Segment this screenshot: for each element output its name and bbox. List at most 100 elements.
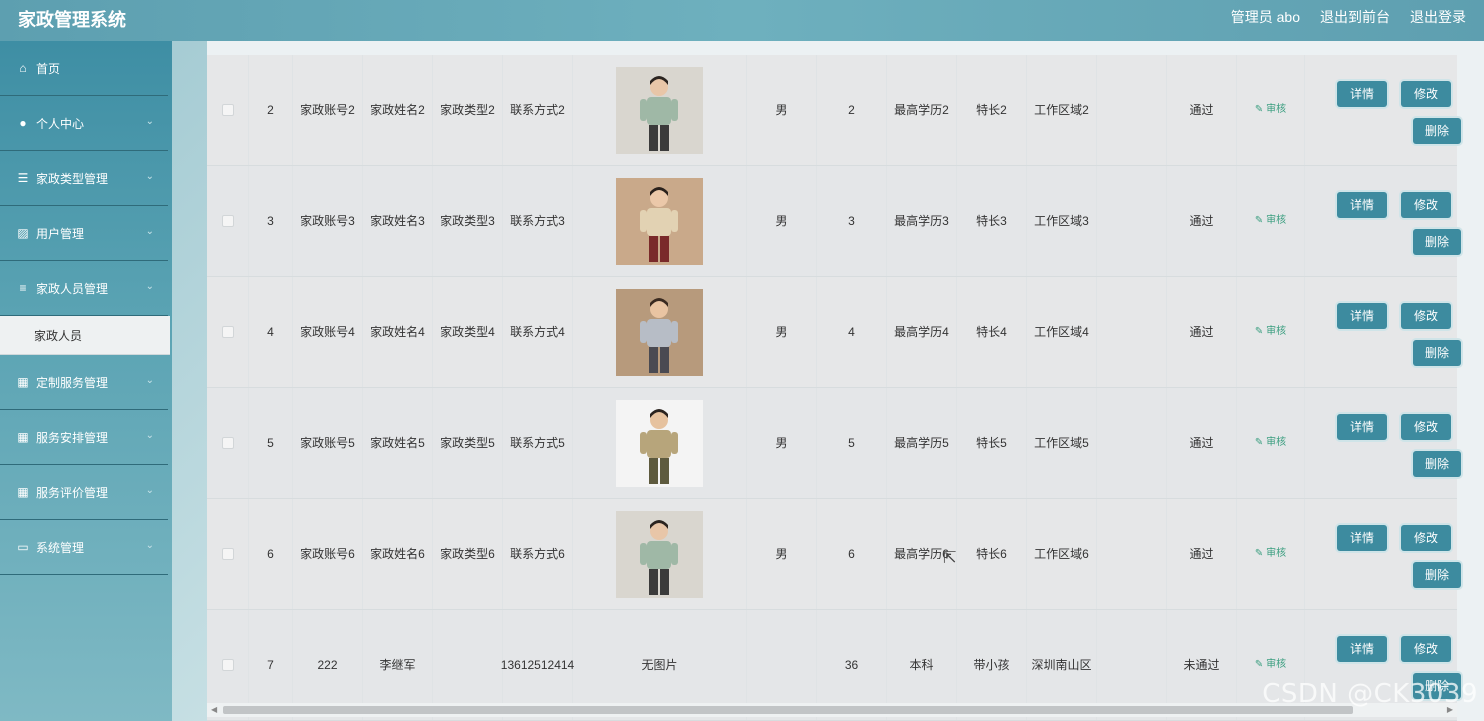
account-cell: 家政账号 5 <box>293 388 363 498</box>
education-text: 最高学历 <box>894 103 943 117</box>
row-checkbox[interactable] <box>221 659 234 671</box>
sidebar-item[interactable]: ⌂ 首页 <box>0 41 168 96</box>
account-text: 222 <box>317 658 338 672</box>
type-cell: 家政类型 2 <box>433 55 503 165</box>
detail-button[interactable]: 详情 <box>1337 303 1387 329</box>
row-checkbox-cell[interactable] <box>207 55 249 165</box>
chevron-down-icon: ⌄ <box>145 375 154 386</box>
gender-cell: 男 <box>747 388 817 498</box>
staff-photo[interactable] <box>616 177 703 265</box>
age-cell: 5 <box>817 388 887 498</box>
sidebar-item-label: 服务评价管理 <box>36 485 109 500</box>
staff-photo[interactable] <box>616 66 703 154</box>
scrollbar-thumb[interactable] <box>223 706 1353 714</box>
audit-link[interactable]: ✎ 审核 <box>1255 544 1286 564</box>
staff-photo[interactable] <box>616 510 703 598</box>
app-title: 家政管理系统 <box>18 10 126 30</box>
audit-cell: ✎ 审核 <box>1237 388 1305 498</box>
gender-cell: 男 <box>747 55 817 165</box>
sidebar-item[interactable]: ☰ 家政类型管理 ⌄ <box>0 151 168 206</box>
phone-text: 2414 <box>547 658 575 672</box>
specialty-cell: 特长2 <box>957 55 1027 165</box>
row-index: 3 <box>249 166 293 276</box>
actions-cell: 详情 修改删除 <box>1305 277 1461 387</box>
row-checkbox-cell[interactable] <box>207 166 249 276</box>
edit-button[interactable]: 修改 <box>1401 636 1451 662</box>
specialty-cell: 特长6 <box>957 499 1027 609</box>
sidebar-item[interactable]: ● 个人中心 ⌄ <box>0 96 168 151</box>
delete-button[interactable]: 删除 <box>1413 229 1461 255</box>
education-text: 最高学历 <box>894 547 943 561</box>
row-checkbox[interactable] <box>221 437 234 449</box>
no-photo-text: 无图片 <box>641 658 678 672</box>
logout-link[interactable]: 退出登录 <box>1410 7 1466 27</box>
area-cell: 工作区域 6 <box>1027 499 1097 609</box>
actions-cell: 详情 修改删除 <box>1305 388 1461 498</box>
delete-button[interactable]: 删除 <box>1413 340 1461 366</box>
detail-button[interactable]: 详情 <box>1337 414 1387 440</box>
name-cell: 家政姓名 6 <box>363 499 433 609</box>
audit-link[interactable]: ✎ 审核 <box>1255 322 1286 342</box>
area-text: 2 <box>1082 103 1089 117</box>
detail-button[interactable]: 详情 <box>1337 525 1387 551</box>
sidebar-item[interactable]: ▨ 用户管理 ⌄ <box>0 206 168 261</box>
detail-button[interactable]: 详情 <box>1337 636 1387 662</box>
edit-button[interactable]: 修改 <box>1401 525 1451 551</box>
row-checkbox-cell[interactable] <box>207 499 249 609</box>
sidebar-item[interactable]: ▦ 服务安排管理 ⌄ <box>0 410 168 465</box>
area-text: 工作区域 <box>1034 214 1083 228</box>
row-checkbox[interactable] <box>221 215 234 227</box>
delete-button[interactable]: 删除 <box>1413 451 1461 477</box>
sidebar-item[interactable]: ▦ 服务评价管理 ⌄ <box>0 465 168 520</box>
edit-button[interactable]: 修改 <box>1401 192 1451 218</box>
account-text: 家政账号 <box>300 325 349 339</box>
chevron-down-icon: ⌄ <box>145 281 154 292</box>
phone-text: 1361251 <box>500 658 548 672</box>
education-cell: 最高学历 5 <box>887 388 957 498</box>
audit-link[interactable]: ✎ 审核 <box>1255 100 1286 120</box>
sidebar-item[interactable]: ≡ 家政人员管理 ⌄ <box>0 261 168 316</box>
account-cell: 家政账号 2 <box>293 55 363 165</box>
phone-text: 4 <box>558 325 565 339</box>
row-index: 5 <box>249 388 293 498</box>
detail-button[interactable]: 详情 <box>1337 81 1387 107</box>
age-cell: 4 <box>817 277 887 387</box>
delete-button[interactable]: 删除 <box>1413 562 1461 588</box>
row-checkbox[interactable] <box>221 104 234 116</box>
staff-photo[interactable] <box>616 288 703 376</box>
delete-button[interactable]: 删除 <box>1413 118 1461 144</box>
name-text: 家政姓名 <box>370 214 419 228</box>
blank-cell <box>1097 499 1167 609</box>
name-text: 2 <box>418 103 425 117</box>
row-checkbox-cell[interactable] <box>207 277 249 387</box>
education-text: 2 <box>942 103 949 117</box>
photo-cell <box>573 499 747 609</box>
sidebar-item[interactable]: ▭ 系统管理 ⌄ <box>0 520 168 575</box>
monitor-icon: ▭ <box>17 540 29 554</box>
edit-button[interactable]: 修改 <box>1401 303 1451 329</box>
row-checkbox[interactable] <box>221 548 234 560</box>
scroll-left-icon[interactable]: ◀ <box>211 705 217 714</box>
area-text: 工作区域 <box>1034 436 1083 450</box>
audit-link[interactable]: ✎ 审核 <box>1255 211 1286 231</box>
row-checkbox[interactable] <box>221 326 234 338</box>
education-cell: 最高学历 2 <box>887 55 957 165</box>
chart-icon: ▨ <box>17 226 29 240</box>
type-cell: 家政类型 5 <box>433 388 503 498</box>
detail-button[interactable]: 详情 <box>1337 192 1387 218</box>
audit-cell: ✎ 审核 <box>1237 166 1305 276</box>
edit-button[interactable]: 修改 <box>1401 414 1451 440</box>
sidebar-subitem-staff[interactable]: 家政人员 <box>0 316 170 355</box>
chevron-down-icon: ⌄ <box>145 540 154 551</box>
exit-to-frontend-link[interactable]: 退出到前台 <box>1320 7 1390 27</box>
audit-link[interactable]: ✎ 审核 <box>1255 433 1286 453</box>
sidebar-item[interactable]: ▦ 定制服务管理 ⌄ <box>0 355 168 410</box>
row-checkbox-cell[interactable] <box>207 388 249 498</box>
edit-button[interactable]: 修改 <box>1401 81 1451 107</box>
account-cell: 家政账号 6 <box>293 499 363 609</box>
audit-link[interactable]: ✎ 审核 <box>1255 655 1286 675</box>
grid-icon: ▦ <box>17 375 29 389</box>
admin-user-link[interactable]: 管理员 abo <box>1231 7 1300 27</box>
status-cell: 通过 <box>1167 499 1237 609</box>
staff-photo[interactable] <box>616 399 703 487</box>
